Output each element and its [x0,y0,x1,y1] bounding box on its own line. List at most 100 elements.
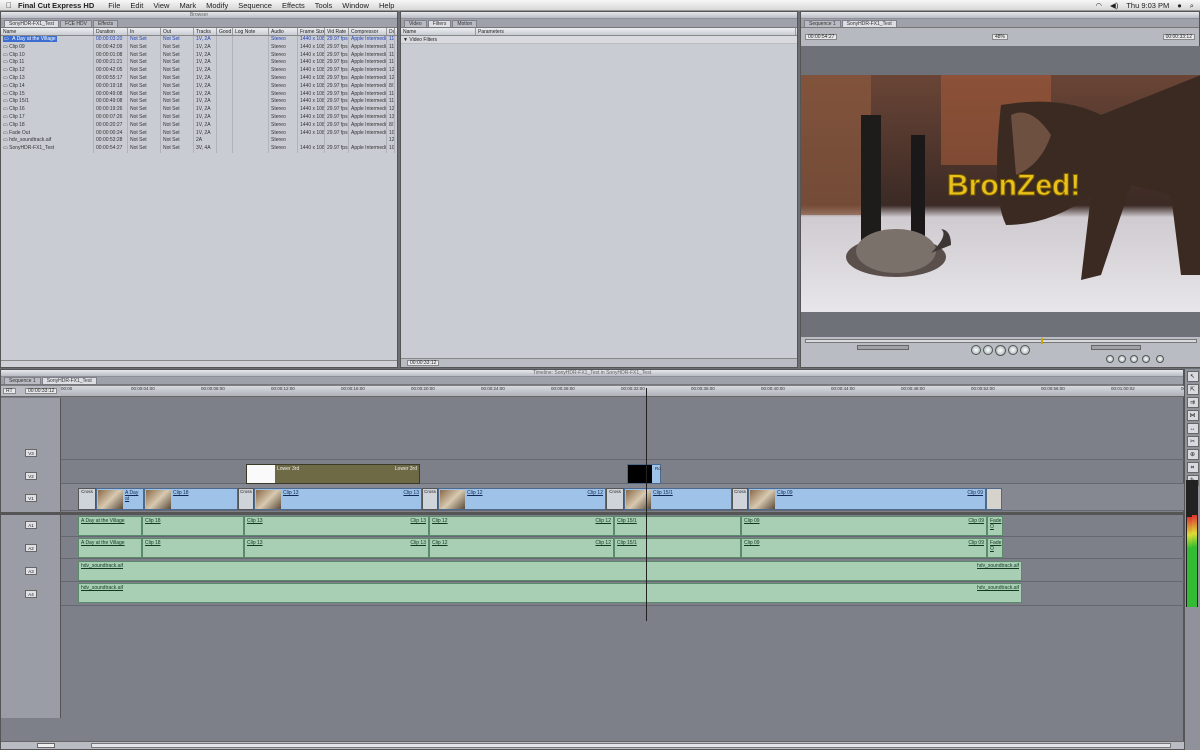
mark-in-icon[interactable] [1106,355,1114,363]
a1-audio-clip[interactable]: Clip 12 Clip 12 [429,516,614,536]
browser-row[interactable]: ▭ Clip 11 00:00:21:21 Not Set Not Set 1V, 2A… [1,59,397,68]
a2-audio-clip[interactable]: Clip 09 Clip 09 [741,538,987,558]
v1-clip-18[interactable]: Clip 18 [144,488,238,510]
tab-motion[interactable]: Motion [452,20,478,27]
a1-audio-clip[interactable]: Fade O [987,516,1003,536]
a1-audio-clip[interactable]: Clip 09 Clip 09 [741,516,987,536]
go-to-next-edit-icon[interactable] [1020,345,1030,355]
play-icon[interactable] [995,345,1006,356]
tab-sonyhdr-fx1-test[interactable]: SonyHDR-FX1_Test [841,20,897,27]
browser-row[interactable]: ▭ Clip 10 00:00:01:08 Not Set Not Set 1V, 2A… [1,51,397,60]
column-header-name[interactable]: Name [1,28,94,35]
track-label-a4[interactable]: A4 [25,590,37,598]
mark-out-icon[interactable] [1118,355,1126,363]
v2-clip-lower-3rd[interactable]: Lower 3rd Lower 3rd [246,464,420,484]
cross-dissolve-transition[interactable]: Cross [238,488,254,510]
browser-horizontal-scrollbar[interactable] [1,360,397,367]
tab-fce-hdv[interactable]: FCE HDV [60,20,92,27]
menu-file[interactable]: File [108,1,120,10]
v1-clip-09[interactable]: Clip 09 Clip 09 [748,488,986,510]
menu-sequence[interactable]: Sequence [238,1,272,10]
v1-clip-15-1[interactable]: Clip 15/1 [624,488,732,510]
a1-audio-clip[interactable]: A Day at the Village [78,516,142,536]
v2-clip-ro[interactable]: Ro [627,464,661,484]
v1-clip-end[interactable] [986,488,1002,510]
browser-row[interactable]: ▭ A Day at the Village 00:00:03:20 Not Set… [1,36,397,44]
menu-mark[interactable]: Mark [179,1,196,10]
jog-control[interactable] [1091,345,1141,350]
tab-sequence-1[interactable]: Sequence 1 [4,377,41,384]
timeline-timecode[interactable]: 00:00:33:12 [25,388,58,394]
go-to-previous-edit-icon[interactable] [971,345,981,355]
cross-dissolve-transition[interactable]: Cross [606,488,624,510]
timeline-horizontal-scrollbar[interactable] [91,743,1171,748]
column-header-audio[interactable]: Audio [269,28,298,35]
wifi-icon[interactable]: ◠ [1096,1,1103,10]
tab-effects[interactable]: Effects [92,20,119,27]
crop-tool-icon[interactable]: ⌗ [1186,462,1199,473]
browser-row[interactable]: ▭ hdv_soundtrack.aif 00:00:53:28 Not Set No… [1,137,397,146]
a1-audio-clip[interactable]: Clip 13 Clip 13 [244,516,429,536]
browser-row[interactable]: ▭ Clip 12 00:00:42:05 Not Set Not Set 1V, 2A… [1,67,397,75]
timeline-ruler[interactable]: 00:00 00:00:04:00 00:00:08:00 00:00:12:00 00… [61,386,1200,397]
clock[interactable]: Thu 9:03 PM [1126,1,1169,10]
razor-tool-icon[interactable]: ✂ [1186,436,1199,447]
tab-filters[interactable]: Filters [427,20,452,27]
a4-clip-hdv-soundtrack[interactable]: hdv_soundtrack.aif hdv_soundtrack.aif [78,583,1022,603]
browser-row[interactable]: ▭ Clip 09 00:00:42:09 Not Set Not Set 1V, 2A… [1,43,397,52]
track-label-v3[interactable]: V3 [25,449,37,457]
add-keyframe-icon[interactable] [1142,355,1150,363]
play-in-to-out-icon[interactable] [983,345,993,355]
browser-row[interactable]: ▭ Clip 16 00:00:19:26 Not Set Not Set 1V, 2A… [1,106,397,114]
user-icon[interactable]: ● [1177,1,1182,10]
zoom-tool-icon[interactable]: ⊕ [1186,449,1199,460]
cross-dissolve-transition[interactable]: Cross [422,488,438,510]
tab-sonyhdr-fx1-test[interactable]: SonyHDR-FX1_Test [41,377,97,384]
track-select-tool-icon[interactable]: ⇉ [1186,397,1199,408]
timeline-playhead[interactable] [646,388,647,621]
browser-row[interactable]: ▭ Clip 15/1 00:00:49:08 Not Set Not Set 1V, … [1,98,397,107]
canvas-scrubber-bar[interactable] [805,339,1197,343]
menu-modify[interactable]: Modify [206,1,228,10]
a2-audio-clip[interactable]: A Day at the Village [78,538,142,558]
menu-window[interactable]: Window [342,1,369,10]
rt-popup[interactable]: RT [3,388,16,394]
menu-view[interactable]: View [153,1,169,10]
spotlight-icon[interactable]: ⌕ [1190,1,1194,11]
browser-row[interactable]: ▭ Clip 14 00:00:19:18 Not Set Not Set 1V, 2A… [1,82,397,91]
tab-sequence-1[interactable]: Sequence 1 [804,20,841,27]
a2-audio-clip[interactable]: Clip 13 Clip 13 [244,538,429,558]
column-header-out[interactable]: Out [161,28,194,35]
zoom-slider[interactable] [37,743,55,748]
menu-help[interactable]: Help [379,1,394,10]
play-around-icon[interactable] [1008,345,1018,355]
column-header-tracks[interactable]: Tracks [194,28,217,35]
tab-sonyhdr-fx1-test[interactable]: SonyHDR-FX1_Test [4,20,60,27]
browser-row[interactable]: ▭ SonyHDR-FX1_Test 00:00:54:27 Not Set Not … [1,145,397,153]
browser-row[interactable]: ▭ Clip 15 00:00:49:08 Not Set Not Set 1V, 2A… [1,90,397,99]
roll-tool-icon[interactable]: ⋈ [1186,410,1199,421]
browser-row[interactable]: ▭ Clip 17 00:00:07:26 Not Set Not Set 1V, 2A… [1,113,397,122]
a2-audio-clip[interactable]: Clip 12 Clip 12 [429,538,614,558]
shuttle-control[interactable] [857,345,909,350]
column-header-da[interactable]: Da [387,28,395,35]
apple-menu-icon[interactable]:  [0,1,18,10]
track-label-a2[interactable]: A2 [25,544,37,552]
column-header-compressor[interactable]: Compressor [349,28,387,35]
column-header-frame-size[interactable]: Frame Size [298,28,325,35]
video-filters-row[interactable]: ▼ Video Filters [401,36,797,44]
playhead-marker[interactable] [1041,338,1043,344]
a2-audio-clip[interactable]: Clip 15/1 [614,538,741,558]
track-label-v1[interactable]: V1 [25,494,37,502]
canvas-duration-timecode[interactable]: 00:00:54:27 [805,34,838,40]
selection-tool-icon[interactable]: ↖ [1186,371,1199,382]
a2-audio-clip[interactable]: Clip 18 [142,538,244,558]
a1-audio-clip[interactable]: Clip 15/1 [614,516,741,536]
v1-clip-12[interactable]: Clip 12 Clip 12 [438,488,606,510]
column-header-vid-rate[interactable]: Vid Rate [325,28,349,35]
viewer-timecode[interactable]: 00:00:33:12 [407,360,440,366]
a1-audio-clip[interactable]: Clip 18 [142,516,244,536]
edit-selection-tool-icon[interactable]: ⇱ [1186,384,1199,395]
a3-clip-hdv-soundtrack[interactable]: hdv_soundtrack.aif hdv_soundtrack.aif [78,561,1022,581]
v1-clip-13[interactable]: Clip 13 Clip 13 [254,488,422,510]
